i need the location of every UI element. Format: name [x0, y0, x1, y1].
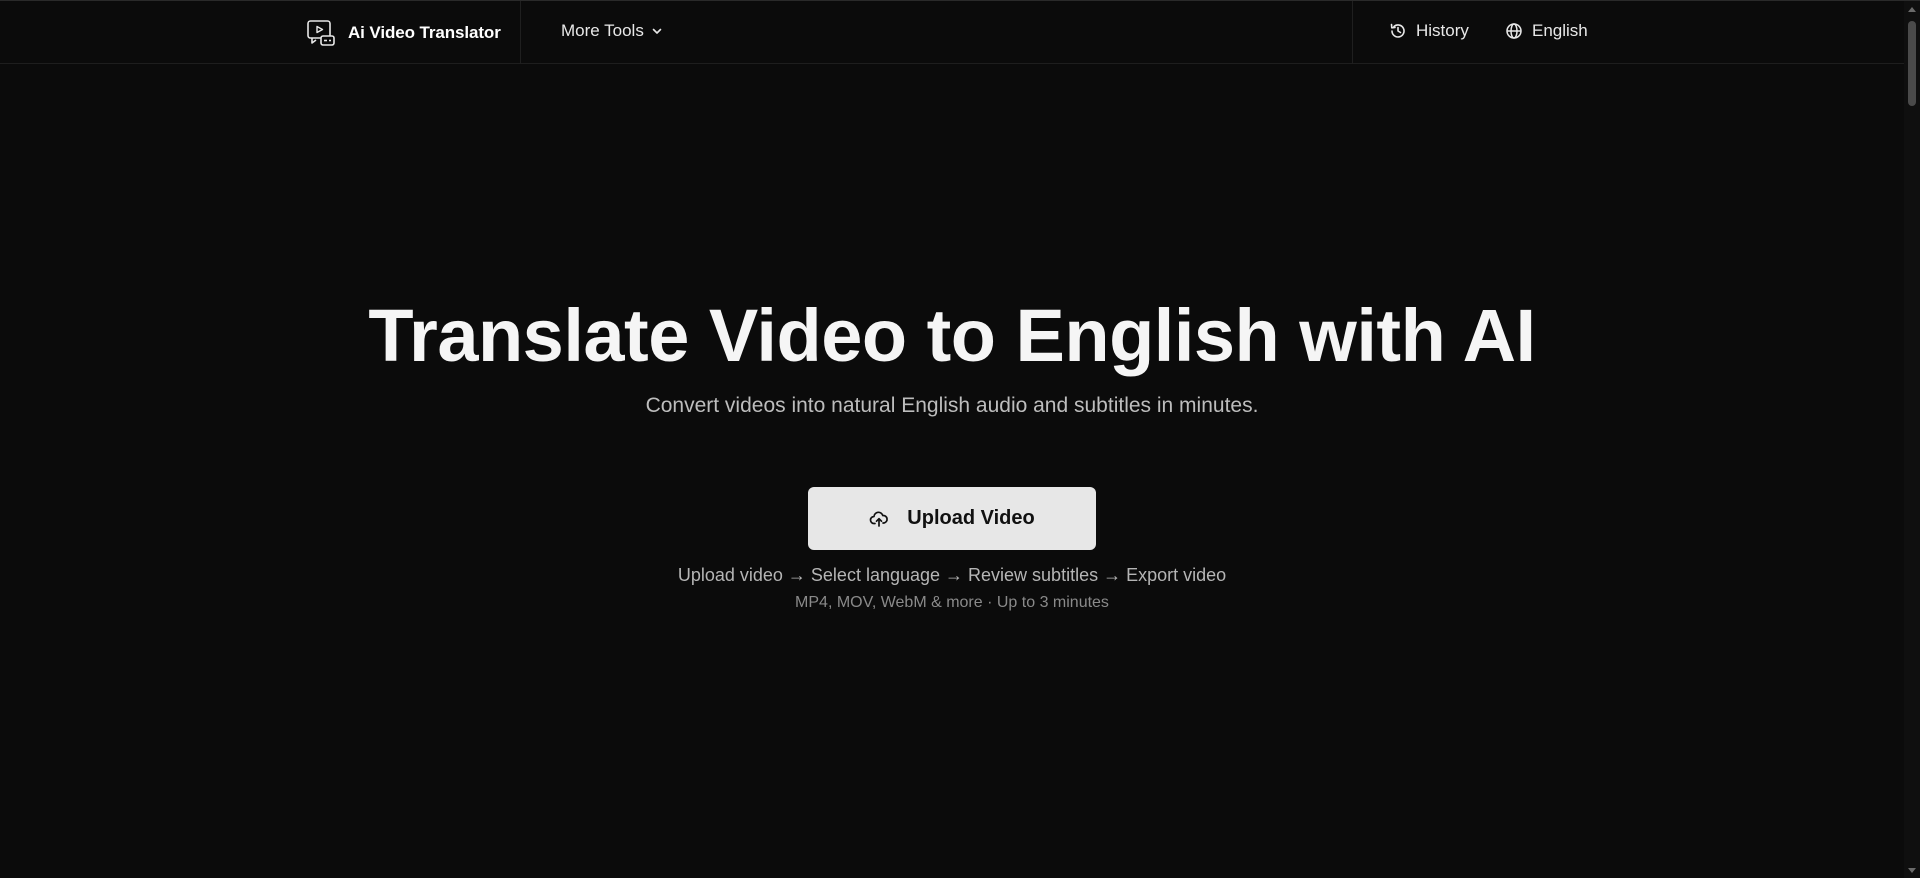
- more-tools-dropdown[interactable]: More Tools: [561, 21, 663, 41]
- upload-video-label: Upload Video: [907, 507, 1035, 529]
- page-scrollbar[interactable]: [1904, 1, 1920, 878]
- nav-divider: [1352, 1, 1353, 64]
- history-icon: [1390, 23, 1405, 38]
- video-translate-icon: [307, 20, 335, 46]
- upload-video-button[interactable]: Upload Video: [808, 487, 1096, 550]
- history-button[interactable]: History: [1389, 21, 1469, 41]
- chevron-down-icon: [652, 28, 662, 34]
- hero-subtitle: Convert videos into natural English audi…: [645, 394, 1259, 417]
- page: Ai Video Translator More Tools History E…: [0, 0, 1920, 878]
- hero-title: Translate Video to English with AI: [368, 294, 1536, 377]
- cloud-upload-icon: [869, 510, 889, 527]
- workflow-steps: Upload video → Select language → Review …: [677, 565, 1227, 585]
- top-navbar: Ai Video Translator More Tools History E…: [0, 1, 1904, 64]
- scroll-down-arrow-icon[interactable]: [1908, 868, 1916, 873]
- history-label: History: [1416, 21, 1469, 40]
- more-tools-label: More Tools: [561, 21, 644, 40]
- globe-icon: [1506, 23, 1522, 39]
- brand-logo-link[interactable]: Ai Video Translator: [306, 19, 501, 47]
- supported-formats: MP4, MOV, WebM & more · Up to 3 minutes: [795, 594, 1109, 611]
- language-selector[interactable]: English: [1505, 21, 1588, 41]
- scrollbar-thumb[interactable]: [1908, 21, 1916, 106]
- brand-name: Ai Video Translator: [348, 23, 501, 42]
- scroll-up-arrow-icon[interactable]: [1908, 7, 1916, 12]
- nav-divider: [520, 1, 521, 64]
- language-label: English: [1532, 21, 1588, 40]
